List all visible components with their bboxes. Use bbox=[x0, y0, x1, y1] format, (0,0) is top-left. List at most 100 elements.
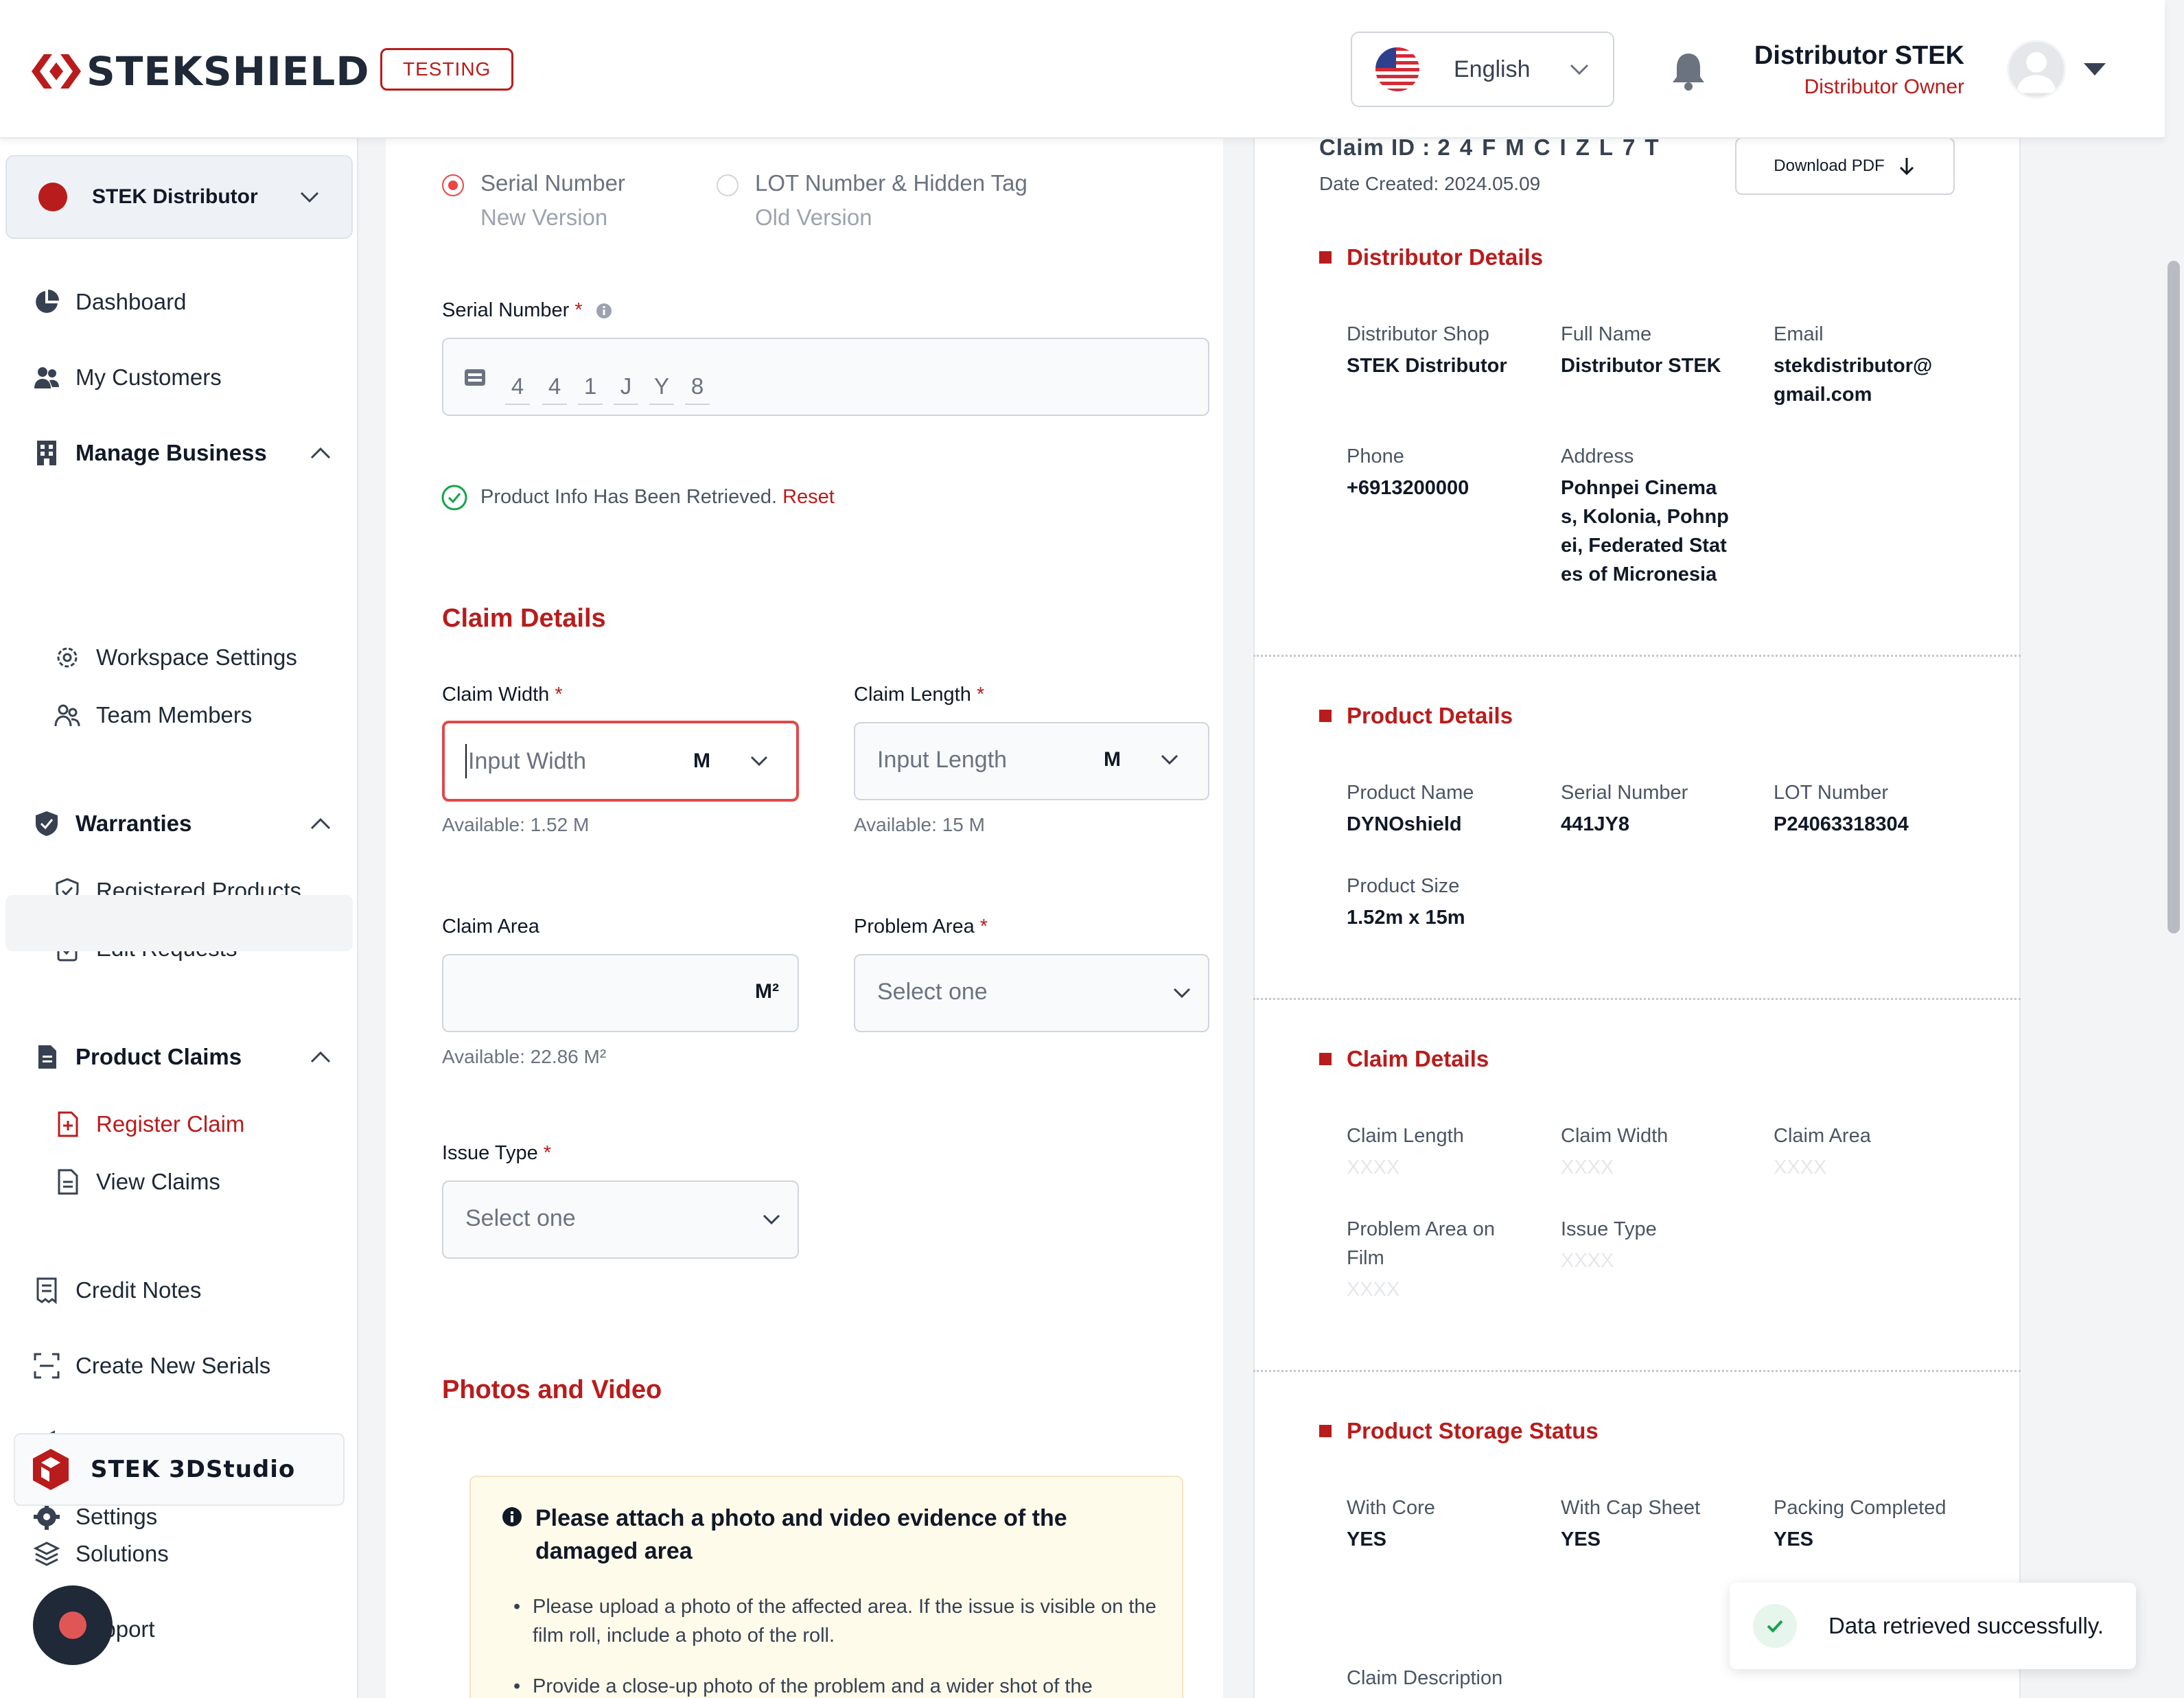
stek-3dstudio-link[interactable]: STEK 3DStudio bbox=[14, 1433, 345, 1506]
pie-chart-icon bbox=[36, 290, 59, 313]
sidebar-item-register-claim[interactable]: Register Claim bbox=[0, 1104, 358, 1145]
sidebar-item-label: Workspace Settings bbox=[96, 644, 297, 670]
detail-value: XXXX bbox=[1561, 1156, 1614, 1178]
placeholder: Select one bbox=[465, 1205, 576, 1231]
screen-record-button[interactable] bbox=[33, 1585, 113, 1665]
info-icon[interactable] bbox=[595, 302, 613, 320]
claim-length-available: Available: 15 M bbox=[854, 814, 985, 835]
file-plus-icon bbox=[58, 1111, 78, 1137]
record-icon bbox=[59, 1612, 86, 1639]
workspace-switcher[interactable]: STEK Distributor bbox=[5, 155, 353, 239]
detail-label: Phone bbox=[1347, 445, 1404, 467]
storage-status-heading: Product Storage Status bbox=[1319, 1418, 1599, 1444]
user-silhouette-icon bbox=[2017, 51, 2056, 93]
sidebar-item-view-claims[interactable]: View Claims bbox=[0, 1161, 358, 1202]
chevron-up-icon bbox=[310, 817, 331, 830]
detail-value: P24063318304 bbox=[1774, 813, 1909, 835]
claim-width-input[interactable]: Input Width M bbox=[442, 721, 799, 802]
detail-value: STEK Distributor bbox=[1347, 355, 1507, 377]
detail-label: Problem Area on bbox=[1347, 1218, 1496, 1240]
serial-number-input[interactable]: 4 4 1 J Y 8 bbox=[442, 338, 1209, 416]
sidebar-item-label: Manage Business bbox=[75, 440, 267, 465]
distributor-details-heading: Distributor Details bbox=[1319, 244, 1543, 270]
sidebar-item-label: Register Claim bbox=[96, 1111, 245, 1137]
claim-area-input: M² bbox=[442, 954, 799, 1032]
detail-value: YES bbox=[1774, 1528, 1814, 1550]
workspace-name: STEK Distributor bbox=[92, 185, 258, 208]
lot-number-radio[interactable] bbox=[717, 174, 739, 196]
option-subtitle: New Version bbox=[480, 205, 608, 230]
sidebar-item-my-customers[interactable]: My Customers bbox=[0, 357, 358, 398]
sidebar-item-manage-business[interactable]: Manage Business bbox=[0, 432, 358, 474]
photo-instructions-notice: Please attach a photo and video evidence… bbox=[469, 1476, 1183, 1698]
detail-value: 441JY8 bbox=[1561, 813, 1629, 835]
detail-value: ei, Federated Stat bbox=[1561, 535, 1727, 557]
placeholder: Input Width bbox=[468, 748, 586, 774]
sidebar-item-team-members[interactable]: Team Members bbox=[0, 695, 358, 736]
download-pdf-button[interactable]: Download PDF bbox=[1735, 137, 1955, 195]
user-name: Distributor STEK bbox=[1754, 41, 1964, 70]
claim-width-label: Claim Width * bbox=[442, 684, 563, 706]
detail-value: YES bbox=[1347, 1528, 1387, 1550]
placeholder: Select one bbox=[877, 979, 988, 1005]
sidebar-item-create-new-serials[interactable]: Create New Serials bbox=[0, 1345, 358, 1386]
studio-label: STEK 3DStudio bbox=[91, 1456, 296, 1483]
divider bbox=[1253, 1370, 2021, 1372]
area-unit: M² bbox=[755, 980, 779, 1003]
file-text-icon bbox=[58, 1169, 78, 1195]
date-created: Date Created: 2024.05.09 bbox=[1319, 173, 1541, 194]
tag-roll-icon bbox=[465, 369, 485, 386]
notice-item: Provide a close-up photo of the problem … bbox=[513, 1672, 1157, 1698]
gear-icon bbox=[57, 647, 78, 668]
bell-icon[interactable] bbox=[1671, 51, 1706, 91]
stekshield-logo[interactable]: STEKSHIELD bbox=[30, 48, 370, 95]
info-icon bbox=[502, 1507, 522, 1526]
option-title: LOT Number & Hidden Tag bbox=[755, 170, 1027, 196]
serial-number-radio[interactable] bbox=[442, 174, 464, 196]
detail-label: Serial Number bbox=[1561, 782, 1688, 804]
language-select[interactable]: English bbox=[1351, 32, 1614, 107]
detail-label: Claim Width bbox=[1561, 1125, 1669, 1147]
claim-length-input[interactable]: Input Length M bbox=[854, 722, 1209, 800]
caret-down-icon[interactable] bbox=[2081, 59, 2109, 80]
detail-value: DYNOshield bbox=[1347, 813, 1462, 835]
receipt-icon bbox=[36, 1277, 57, 1304]
sidebar-item-warranties[interactable]: Warranties bbox=[0, 803, 358, 844]
sidebar-item-label: Team Members bbox=[96, 702, 253, 728]
issue-type-label: Issue Type * bbox=[442, 1142, 552, 1164]
unit-select[interactable]: M bbox=[1104, 748, 1121, 771]
page-scrollbar[interactable] bbox=[2168, 261, 2180, 933]
us-flag-icon bbox=[1375, 47, 1419, 91]
problem-area-select[interactable]: Select one bbox=[854, 954, 1209, 1032]
sidebar-item-workspace-settings[interactable]: Workspace Settings bbox=[0, 637, 358, 678]
sidebar-item-solutions[interactable]: Solutions bbox=[0, 1533, 358, 1574]
chevron-down-icon bbox=[763, 1214, 780, 1225]
detail-value: es of Micronesia bbox=[1561, 563, 1717, 585]
detail-label: LOT Number bbox=[1774, 782, 1889, 804]
detail-value: XXXX bbox=[1561, 1250, 1614, 1272]
detail-label: Distributor Shop bbox=[1347, 323, 1489, 345]
notice-item: Please upload a photo of the affected ar… bbox=[513, 1592, 1157, 1650]
reset-link[interactable]: Reset bbox=[782, 486, 835, 508]
team-icon bbox=[54, 704, 80, 727]
sidebar-item-dashboard[interactable]: Dashboard bbox=[0, 281, 358, 323]
option-subtitle: Old Version bbox=[755, 205, 872, 230]
avatar[interactable] bbox=[2007, 40, 2066, 99]
detail-label: Packing Completed bbox=[1774, 1497, 1947, 1519]
environment-badge: TESTING bbox=[380, 48, 514, 91]
sidebar-item-label: Credit Notes bbox=[75, 1277, 202, 1303]
sidebar-item-label: View Claims bbox=[96, 1169, 220, 1194]
problem-area-label: Problem Area * bbox=[854, 916, 988, 938]
issue-type-select[interactable]: Select one bbox=[442, 1181, 799, 1259]
success-toast: Data retrieved successfully. bbox=[1730, 1583, 2136, 1669]
detail-value: gmail.com bbox=[1774, 384, 1872, 406]
sidebar-item-credit-notes[interactable]: Credit Notes bbox=[0, 1270, 358, 1311]
detail-value: XXXX bbox=[1347, 1279, 1400, 1301]
shield-check-icon bbox=[36, 811, 58, 836]
unit-select[interactable]: M bbox=[693, 749, 710, 773]
claim-details-summary-heading: Claim Details bbox=[1319, 1046, 1489, 1072]
chevron-down-icon bbox=[1570, 64, 1589, 75]
sidebar-item-product-claims[interactable]: Product Claims bbox=[0, 1036, 358, 1078]
serial-number-label: Serial Number * bbox=[442, 299, 613, 322]
detail-value: +6913200000 bbox=[1347, 477, 1469, 499]
